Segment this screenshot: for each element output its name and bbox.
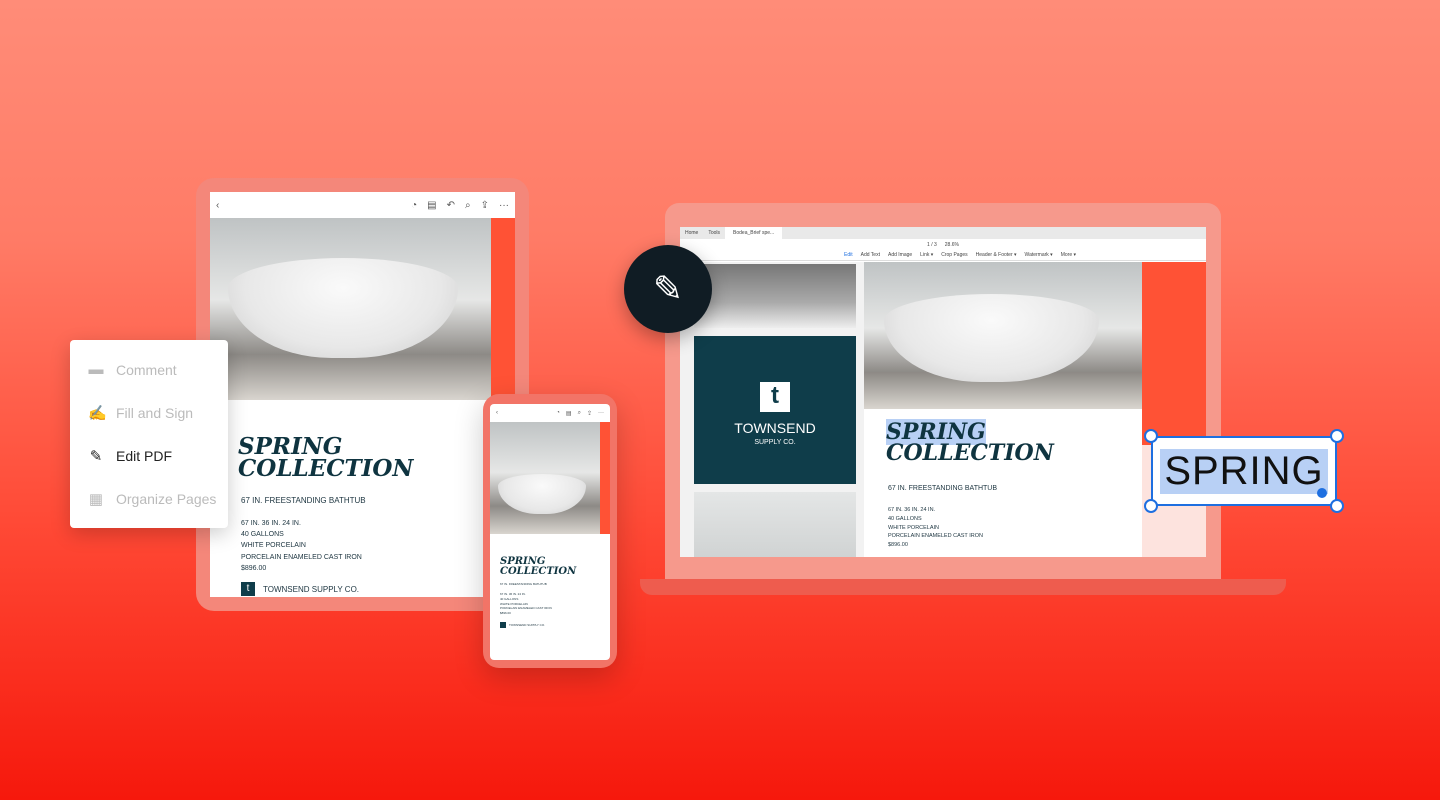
- selected-text[interactable]: SPRING: [1160, 448, 1328, 494]
- undo-icon[interactable]: ↶: [447, 200, 455, 211]
- brand-line1: TOWNSEND: [734, 420, 816, 436]
- accent-bar: [600, 422, 610, 534]
- main-toolbar: 1 / 3 28.6%: [680, 239, 1206, 250]
- add-image-tool[interactable]: Add Image: [888, 252, 912, 258]
- tools-menu: ▬ Comment ✍ Fill and Sign ✎ Edit PDF ▦ Organ…: [70, 340, 228, 528]
- spec-list: 67 IN. 36 IN. 24 IN. 40 GALLONS WHITE PORC…: [500, 592, 552, 616]
- brand-name: TOWNSEND SUPPLY CO.: [509, 623, 546, 627]
- phone-toolbar: ‹ ◔ ▤ ⌕ ⇪ ···: [490, 404, 610, 422]
- page-number[interactable]: 1 / 3: [927, 242, 937, 248]
- tablet-device: ‹ ◔ ▤ ↶ ⌕ ⇪ ··· SPRING COLLECTION 67 IN. FRE…: [196, 178, 529, 611]
- brand-name: TOWNSEND SUPPLY CO.: [263, 585, 360, 594]
- edit-pencil-icon[interactable]: ✎: [624, 245, 712, 333]
- doc-icon[interactable]: ▤: [427, 200, 436, 211]
- share-icon[interactable]: ⇪: [481, 200, 489, 211]
- more-icon[interactable]: ···: [499, 200, 509, 211]
- bathtub-image: [864, 262, 1142, 409]
- phone-device: ‹ ◔ ▤ ⌕ ⇪ ··· SPRING COLLECTION 67 IN. FREESTA…: [483, 394, 617, 668]
- doc-title: SPRING COLLECTION: [500, 556, 577, 577]
- laptop-base: [640, 579, 1286, 595]
- accent-bar: [1142, 262, 1206, 445]
- tab-bar: Home Tools Bodea_Brief spe...: [680, 227, 1206, 239]
- header-footer-tool[interactable]: Header & Footer ▾: [976, 252, 1017, 258]
- tablet-screen: ‹ ◔ ▤ ↶ ⌕ ⇪ ··· SPRING COLLECTION 67 IN. FRE…: [210, 192, 515, 597]
- product-name: 67 IN. FREESTANDING BATHTUB: [241, 496, 366, 505]
- edit-toolbar: Edit Add Text Add Image Link ▾ Crop Page…: [680, 250, 1206, 261]
- resize-handle[interactable]: [1330, 499, 1344, 513]
- laptop-device: Home Tools Bodea_Brief spe... 1 / 3 28.6…: [665, 203, 1221, 581]
- bathtub-image: [210, 218, 491, 400]
- back-icon[interactable]: ‹: [216, 200, 219, 211]
- watermark-tool[interactable]: Watermark ▾: [1025, 252, 1053, 258]
- accent-bar: [491, 218, 515, 400]
- product-name: 67 IN. FREESTANDING BATHTUB: [888, 485, 998, 492]
- tab-document[interactable]: Bodea_Brief spe...: [725, 227, 783, 239]
- pencil-icon: ✎: [89, 447, 103, 465]
- brand-line2: SUPPLY CO.: [754, 439, 796, 446]
- crop-pages-tool[interactable]: Crop Pages: [941, 252, 967, 258]
- brand-logo: [500, 622, 506, 628]
- tablet-toolbar: ‹ ◔ ▤ ↶ ⌕ ⇪ ···: [210, 192, 515, 218]
- spec-list: 67 IN. 36 IN. 24 IN. 40 GALLONS WHITE PORC…: [888, 507, 983, 549]
- phone-screen: ‹ ◔ ▤ ⌕ ⇪ ··· SPRING COLLECTION 67 IN. FREESTA…: [490, 404, 610, 660]
- menu-item-fill-and-sign[interactable]: ✍ Fill and Sign: [70, 391, 228, 434]
- resize-handle[interactable]: [1330, 429, 1344, 443]
- brand-logo: t: [241, 582, 255, 596]
- cursor-handle[interactable]: [1317, 488, 1327, 498]
- product-name: 67 IN. FREESTANDING BATHTUB: [500, 582, 547, 586]
- link-tool[interactable]: Link ▾: [920, 252, 933, 258]
- spec-list: 67 IN. 36 IN. 24 IN. 40 GALLONS WHITE PORC…: [241, 520, 362, 572]
- faucet-image: [694, 492, 856, 557]
- doc-title: SPRING COLLECTION: [238, 433, 414, 482]
- menu-item-organize-pages[interactable]: ▦ Organize Pages: [70, 477, 228, 520]
- tab-tools[interactable]: Tools: [703, 230, 725, 236]
- brand-logo: t: [760, 382, 790, 412]
- zoom-level[interactable]: 28.6%: [945, 242, 959, 248]
- bathtub-image: [490, 422, 600, 534]
- kitchen-image: [694, 264, 856, 328]
- pen-sign-icon: ✍: [88, 404, 107, 422]
- document-canvas: t TOWNSEND SUPPLY CO. SPRING COLLECTION 6…: [680, 262, 1206, 557]
- doc-title: SPRING COLLECTION: [886, 419, 1054, 466]
- add-text-tool[interactable]: Add Text: [861, 252, 880, 258]
- tab-home[interactable]: Home: [680, 230, 703, 236]
- ink-icon[interactable]: ◔: [411, 200, 417, 211]
- laptop-screen: Home Tools Bodea_Brief spe... 1 / 3 28.6…: [680, 227, 1206, 557]
- more-icon[interactable]: ···: [598, 410, 604, 416]
- search-icon[interactable]: ⌕: [578, 410, 581, 417]
- share-icon[interactable]: ⇪: [587, 410, 592, 417]
- search-icon[interactable]: ⌕: [465, 200, 471, 211]
- menu-item-edit-pdf[interactable]: ✎ Edit PDF: [70, 434, 228, 477]
- resize-handle[interactable]: [1144, 429, 1158, 443]
- comment-icon: ▬: [88, 361, 104, 378]
- resize-handle[interactable]: [1144, 499, 1158, 513]
- document-page: SPRING COLLECTION 67 IN. FREESTANDING BAT…: [864, 262, 1206, 557]
- text-edit-box[interactable]: SPRING: [1144, 429, 1344, 513]
- brand-card: t TOWNSEND SUPPLY CO.: [694, 336, 856, 484]
- doc-icon[interactable]: ▤: [566, 410, 572, 417]
- edit-tool[interactable]: Edit: [844, 252, 853, 258]
- menu-item-comment[interactable]: ▬ Comment: [70, 348, 228, 391]
- more-tool[interactable]: More ▾: [1061, 252, 1076, 258]
- ink-icon[interactable]: ◔: [556, 410, 560, 416]
- pages-icon: ▦: [88, 490, 104, 508]
- back-icon[interactable]: ‹: [496, 410, 498, 416]
